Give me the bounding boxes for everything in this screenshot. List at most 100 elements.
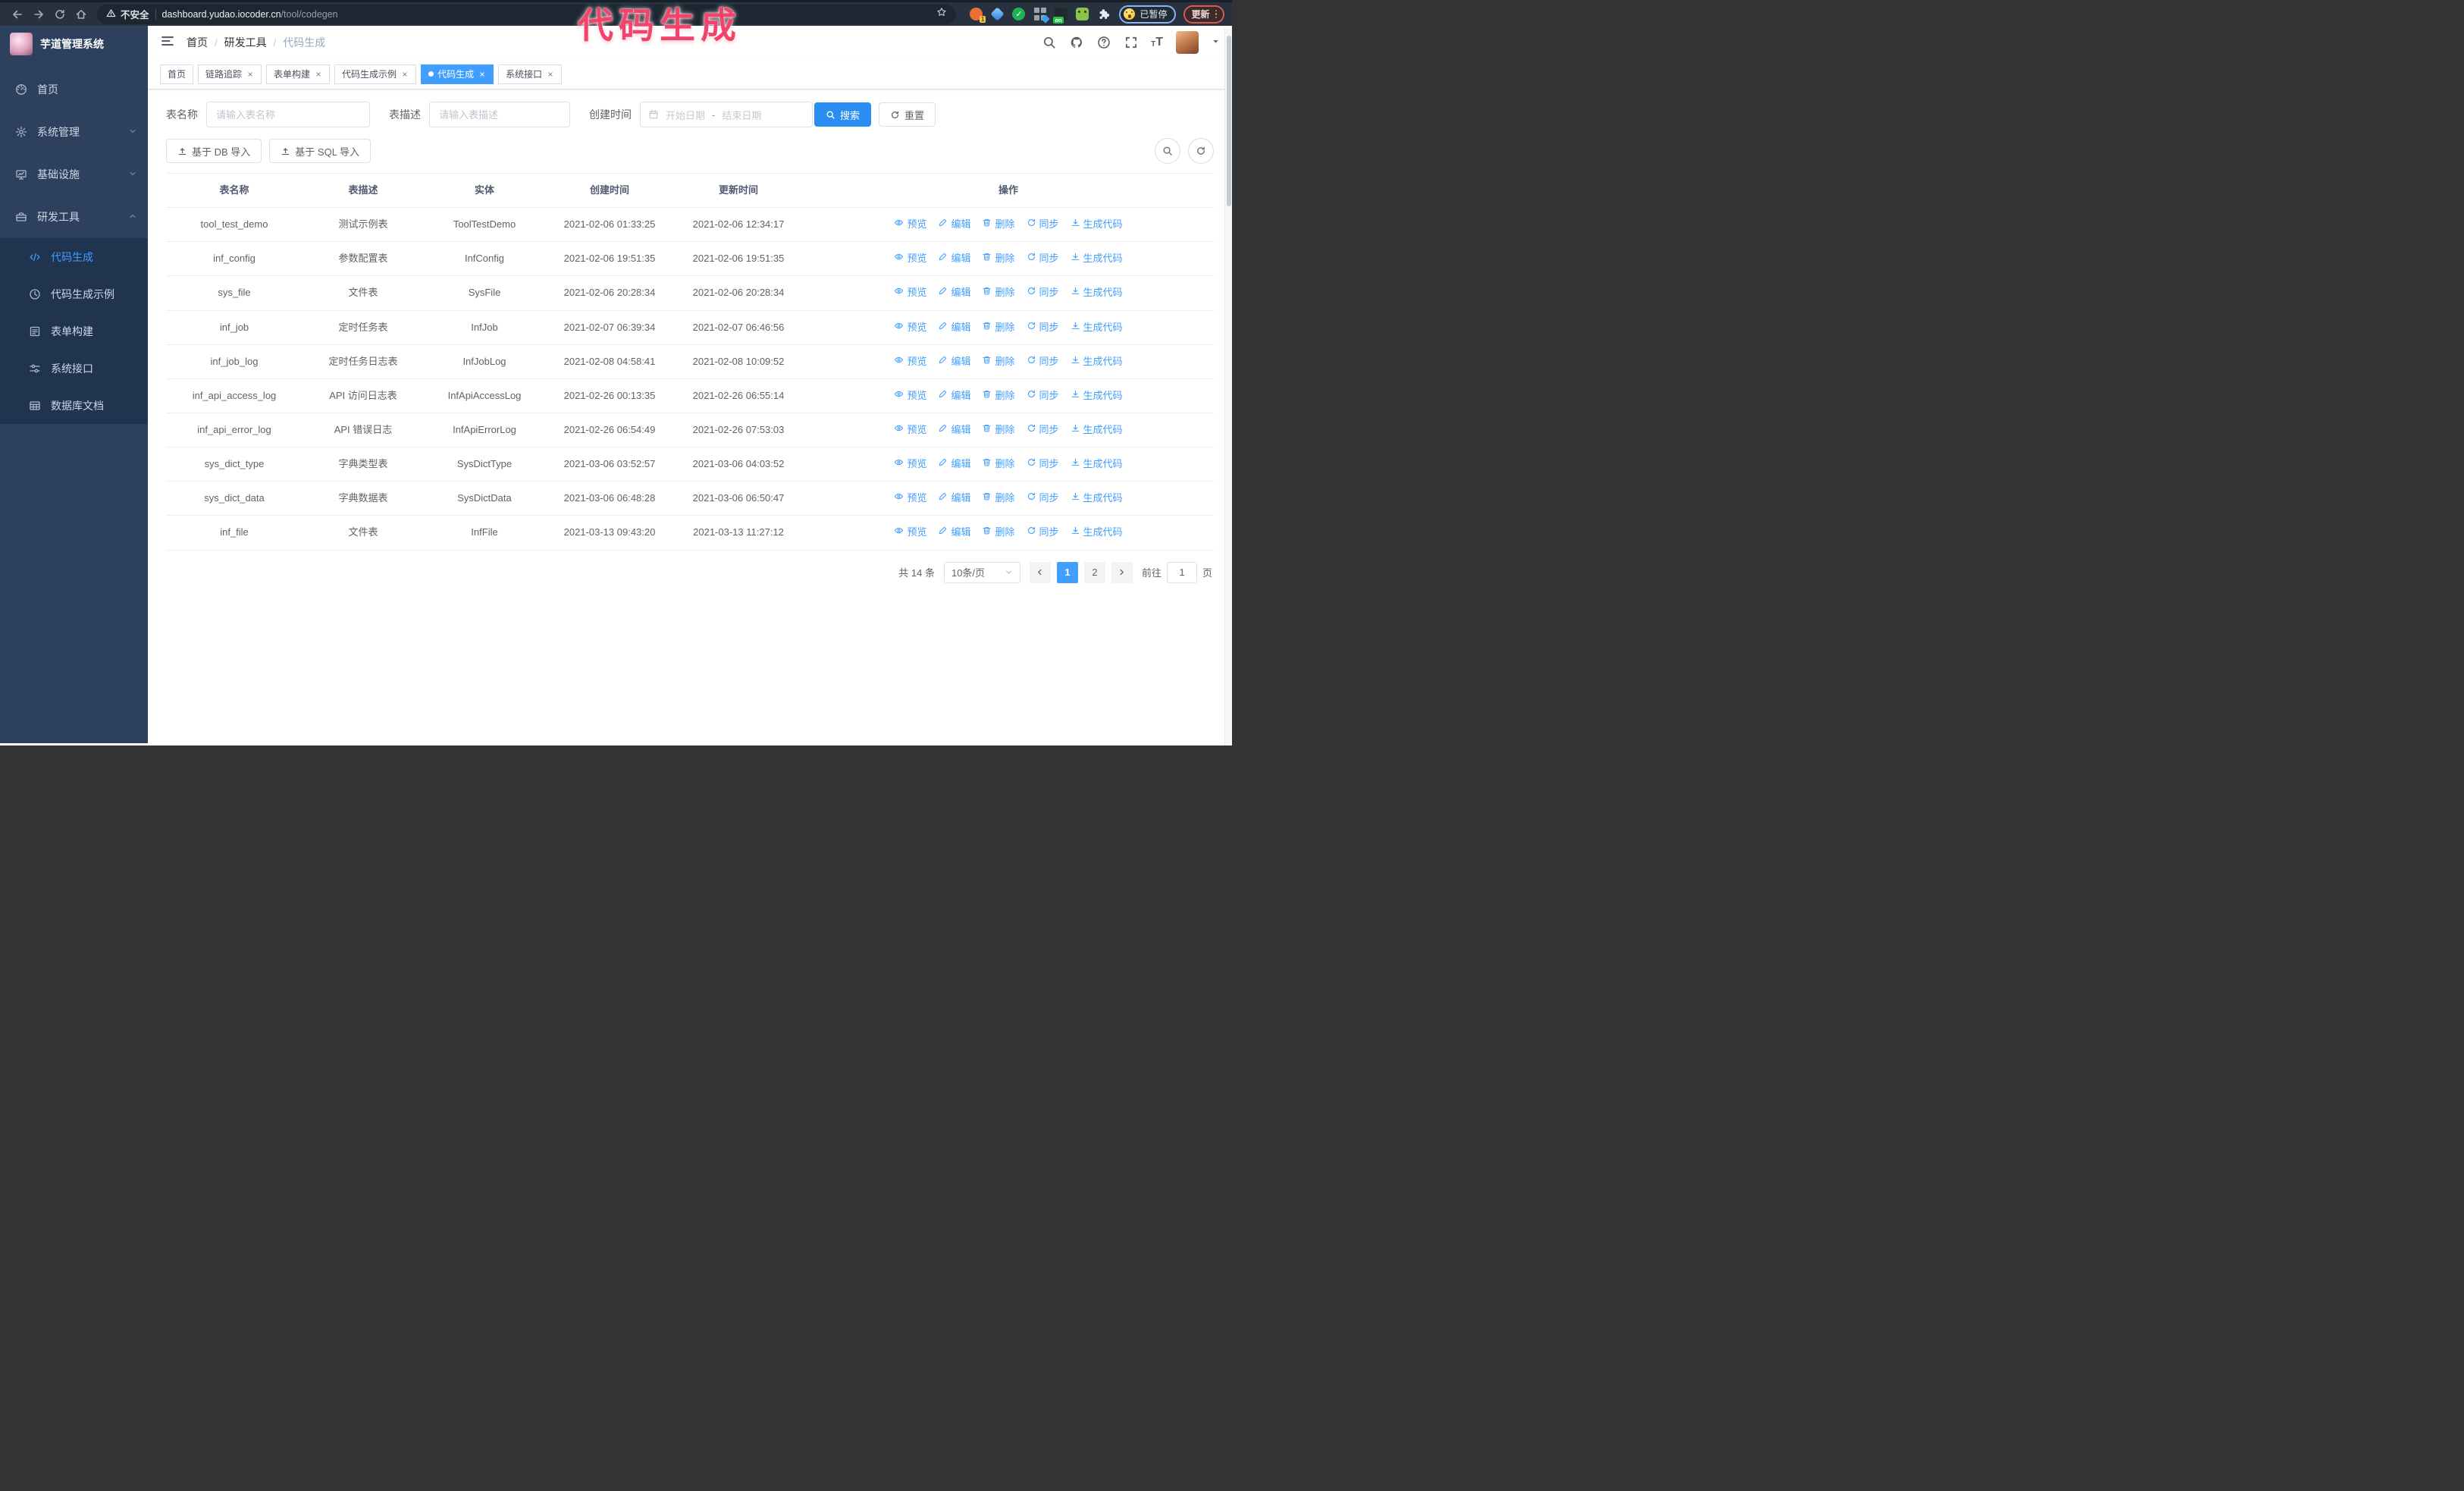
back-icon[interactable]: [8, 5, 27, 24]
table-name-input[interactable]: [206, 102, 370, 127]
home-icon[interactable]: [71, 5, 91, 24]
table-row[interactable]: sys_dict_data 字典数据表 SysDictData 2021-03-…: [166, 482, 1214, 516]
row-action-生成代码[interactable]: 生成代码: [1071, 491, 1123, 506]
row-action-同步[interactable]: 同步: [1027, 457, 1059, 472]
sidebar-subitem[interactable]: 数据库文档: [0, 387, 148, 424]
tab-代码生成[interactable]: 代码生成: [421, 64, 494, 84]
row-action-生成代码[interactable]: 生成代码: [1071, 285, 1123, 300]
row-action-编辑[interactable]: 编辑: [938, 217, 970, 232]
profile-paused-badge[interactable]: 已暂停: [1119, 5, 1177, 24]
scrollbar-thumb[interactable]: [1227, 36, 1231, 206]
row-action-删除[interactable]: 删除: [982, 525, 1015, 540]
tab-表单构建[interactable]: 表单构建: [266, 64, 331, 84]
row-action-预览[interactable]: 预览: [894, 457, 926, 472]
hamburger-icon[interactable]: [160, 33, 175, 52]
table-row[interactable]: sys_file 文件表 SysFile 2021-02-06 20:28:34…: [166, 276, 1214, 311]
row-action-同步[interactable]: 同步: [1027, 251, 1059, 266]
table-row[interactable]: inf_job 定时任务表 InfJob 2021-02-07 06:39:34…: [166, 311, 1214, 345]
row-action-删除[interactable]: 删除: [982, 285, 1015, 300]
address-bar[interactable]: 不安全 dashboard.yudao.iocoder.cn/tool/code…: [97, 4, 957, 24]
avatar[interactable]: [1176, 31, 1199, 54]
extension-icon[interactable]: [990, 7, 1005, 21]
row-action-删除[interactable]: 删除: [982, 388, 1015, 403]
extension-icon[interactable]: on: [1053, 8, 1068, 24]
close-icon[interactable]: [478, 71, 486, 78]
row-action-预览[interactable]: 预览: [894, 491, 926, 506]
sidebar-item[interactable]: 研发工具: [0, 196, 148, 238]
bookmark-star-icon[interactable]: [936, 7, 947, 21]
extensions-puzzle-icon[interactable]: [1097, 8, 1110, 20]
table-row[interactable]: inf_api_error_log API 错误日志 InfApiErrorLo…: [166, 413, 1214, 448]
row-action-同步[interactable]: 同步: [1027, 422, 1059, 438]
forward-icon[interactable]: [29, 5, 49, 24]
page-size-select[interactable]: 10条/页: [943, 561, 1020, 583]
goto-page-input[interactable]: [1166, 561, 1197, 583]
row-action-生成代码[interactable]: 生成代码: [1071, 354, 1123, 369]
row-action-编辑[interactable]: 编辑: [938, 422, 970, 438]
row-action-同步[interactable]: 同步: [1027, 388, 1059, 403]
browser-update-button[interactable]: 更新: [1183, 5, 1224, 24]
row-action-生成代码[interactable]: 生成代码: [1071, 525, 1123, 540]
row-action-删除[interactable]: 删除: [982, 354, 1015, 369]
row-action-生成代码[interactable]: 生成代码: [1071, 422, 1123, 438]
sidebar-item[interactable]: 系统管理: [0, 111, 148, 153]
tab-系统接口[interactable]: 系统接口: [498, 64, 563, 84]
table-row[interactable]: tool_test_demo 测试示例表 ToolTestDemo 2021-0…: [166, 208, 1214, 243]
sidebar-item[interactable]: 首页: [0, 68, 148, 111]
close-icon[interactable]: [547, 71, 554, 78]
row-action-编辑[interactable]: 编辑: [938, 491, 970, 506]
row-action-同步[interactable]: 同步: [1027, 217, 1059, 232]
row-action-生成代码[interactable]: 生成代码: [1071, 457, 1123, 472]
row-action-生成代码[interactable]: 生成代码: [1071, 217, 1123, 232]
extension-icon[interactable]: 1: [970, 8, 986, 23]
row-action-删除[interactable]: 删除: [982, 217, 1015, 232]
row-action-同步[interactable]: 同步: [1027, 354, 1059, 369]
caret-down-icon[interactable]: [1212, 36, 1220, 49]
page-number-1[interactable]: 1: [1056, 561, 1078, 583]
row-action-删除[interactable]: 删除: [982, 457, 1015, 472]
github-icon[interactable]: [1069, 36, 1083, 50]
close-icon[interactable]: [315, 71, 322, 78]
reset-button[interactable]: 重置: [879, 102, 936, 127]
row-action-预览[interactable]: 预览: [894, 422, 926, 438]
row-action-编辑[interactable]: 编辑: [938, 354, 970, 369]
next-page-button[interactable]: [1111, 561, 1133, 583]
row-action-删除[interactable]: 删除: [982, 491, 1015, 506]
row-action-预览[interactable]: 预览: [894, 388, 926, 403]
row-action-预览[interactable]: 预览: [894, 217, 926, 232]
table-row[interactable]: inf_api_access_log API 访问日志表 InfApiAcces…: [166, 379, 1214, 413]
table-desc-input[interactable]: [429, 102, 570, 127]
sidebar-subitem[interactable]: 代码生成: [0, 238, 148, 275]
toggle-search-button[interactable]: [1155, 138, 1180, 164]
row-action-删除[interactable]: 删除: [982, 251, 1015, 266]
page-scrollbar[interactable]: [1224, 28, 1232, 746]
logo-bar[interactable]: 芋道管理系统: [0, 26, 148, 62]
row-action-预览[interactable]: 预览: [894, 251, 926, 266]
tab-链路追踪[interactable]: 链路追踪: [198, 64, 262, 84]
sidebar-subitem[interactable]: 表单构建: [0, 312, 148, 350]
row-action-编辑[interactable]: 编辑: [938, 457, 970, 472]
row-action-生成代码[interactable]: 生成代码: [1071, 320, 1123, 335]
fullscreen-icon[interactable]: [1124, 36, 1138, 50]
table-row[interactable]: inf_file 文件表 InfFile 2021-03-13 09:43:20…: [166, 516, 1214, 551]
row-action-预览[interactable]: 预览: [894, 354, 926, 369]
date-range-picker[interactable]: 开始日期 - 结束日期: [640, 102, 813, 127]
breadcrumb-item[interactable]: 研发工具: [224, 35, 267, 50]
row-action-删除[interactable]: 删除: [982, 422, 1015, 438]
security-warning[interactable]: 不安全: [106, 7, 149, 21]
font-size-icon[interactable]: TT: [1151, 36, 1163, 49]
db-import-button[interactable]: 基于 DB 导入: [166, 139, 262, 163]
row-action-编辑[interactable]: 编辑: [938, 388, 970, 403]
table-row[interactable]: inf_config 参数配置表 InfConfig 2021-02-06 19…: [166, 242, 1214, 277]
extension-icon[interactable]: [1076, 8, 1089, 20]
row-action-预览[interactable]: 预览: [894, 525, 926, 540]
row-action-编辑[interactable]: 编辑: [938, 320, 970, 335]
close-icon[interactable]: [246, 71, 254, 78]
breadcrumb-item[interactable]: 首页: [187, 35, 208, 50]
row-action-编辑[interactable]: 编辑: [938, 285, 970, 300]
search-icon[interactable]: [1042, 36, 1056, 50]
search-button[interactable]: 搜索: [814, 102, 872, 127]
help-icon[interactable]: [1096, 36, 1111, 50]
row-action-同步[interactable]: 同步: [1027, 320, 1059, 335]
table-row[interactable]: sys_dict_type 字典类型表 SysDictType 2021-03-…: [166, 447, 1214, 482]
